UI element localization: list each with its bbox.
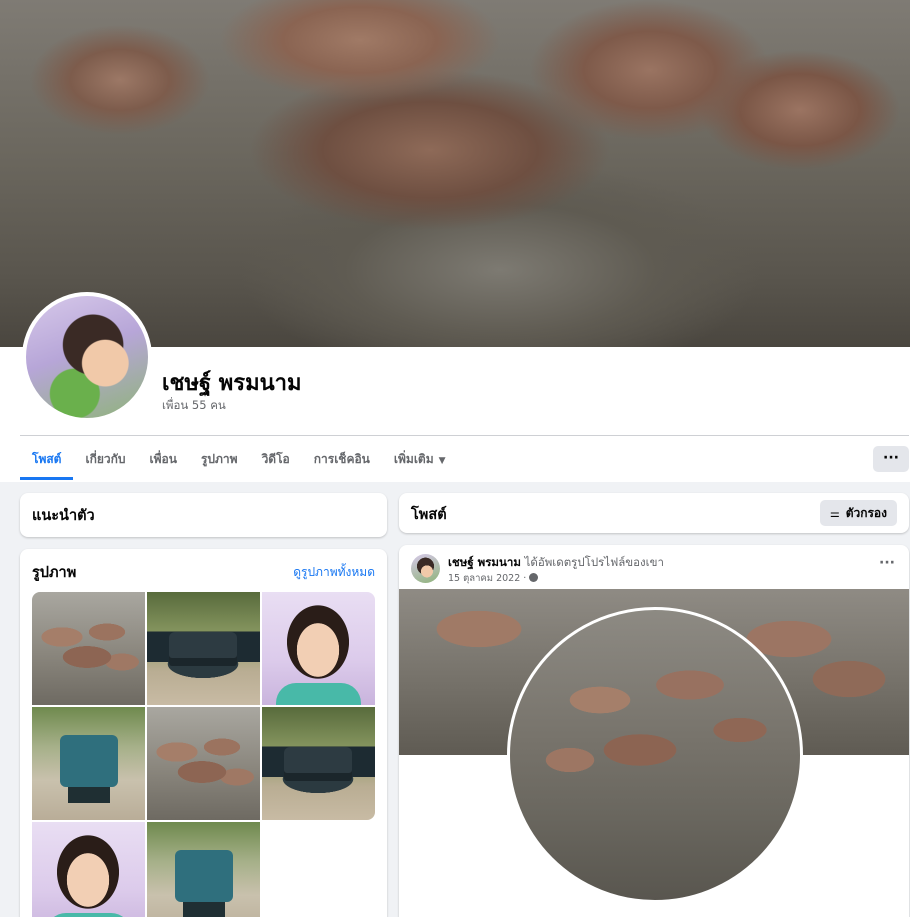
- post-date[interactable]: 15 ตุลาคม 2022 ·: [448, 573, 526, 584]
- photo-thumbnail-tractor[interactable]: [32, 707, 145, 820]
- photo-thumbnail-mushrooms[interactable]: [32, 592, 145, 705]
- photo-thumbnail-girl[interactable]: [32, 822, 145, 917]
- globe-icon: [529, 573, 539, 582]
- tab-checkins[interactable]: การเช็คอิน: [302, 438, 382, 480]
- profile-tabs: โพสต์ เกี่ยวกับ เพื่อน รูปภาพ วิดีโอ การ…: [20, 438, 458, 482]
- photo-thumbnail-tractor[interactable]: [147, 822, 260, 917]
- profile-avatar[interactable]: [22, 292, 152, 422]
- post-profile-picture[interactable]: [507, 607, 803, 903]
- intro-title: แนะนำตัว: [32, 508, 95, 524]
- tab-label: เพิ่มเติม: [393, 452, 434, 466]
- cover-photo[interactable]: [0, 0, 910, 347]
- caret-down-icon: ▼: [438, 456, 446, 466]
- filter-button[interactable]: ⚌ ตัวกรอง: [819, 500, 897, 526]
- sliders-icon: ⚌: [829, 506, 840, 520]
- see-all-photos-link[interactable]: ดูรูปภาพทั้งหมด: [293, 563, 375, 582]
- filter-label: ตัวกรอง: [845, 505, 887, 520]
- tab-label: วิดีโอ: [261, 452, 290, 466]
- post-author-avatar[interactable]: [411, 554, 440, 583]
- photo-grid: [32, 592, 375, 917]
- post-timestamp: 15 ตุลาคม 2022 ·: [448, 571, 539, 586]
- more-options-button[interactable]: ···: [873, 446, 909, 472]
- post-author-name[interactable]: เชษฐ์ พรมนาม: [448, 555, 521, 569]
- photos-card: รูปภาพ ดูรูปภาพทั้งหมด: [20, 549, 387, 917]
- tab-label: รูปภาพ: [200, 452, 238, 466]
- header-divider: [20, 435, 909, 436]
- tab-photos[interactable]: รูปภาพ: [189, 438, 250, 480]
- photo-thumbnail-truck[interactable]: [262, 707, 375, 820]
- post-author-line: เชษฐ์ พรมนาม ได้อัพเดตรูปโปรไฟล์ของเขา: [448, 554, 664, 572]
- photo-thumbnail-truck[interactable]: [147, 592, 260, 705]
- tab-label: โพสต์: [32, 452, 62, 466]
- tab-about[interactable]: เกี่ยวกับ: [73, 438, 137, 480]
- post-options-button[interactable]: ···: [879, 555, 895, 571]
- profile-name: เชษฐ์ พรมนาม: [162, 371, 302, 396]
- photos-title: รูปภาพ: [32, 565, 77, 581]
- tab-more[interactable]: เพิ่มเติม ▼: [382, 438, 458, 480]
- tab-label: เกี่ยวกับ: [85, 452, 126, 466]
- intro-card: แนะนำตัว: [20, 493, 387, 537]
- tab-videos[interactable]: วิดีโอ: [250, 438, 302, 480]
- tab-friends[interactable]: เพื่อน: [138, 438, 189, 480]
- posts-title: โพสต์: [411, 507, 447, 523]
- tab-label: เพื่อน: [149, 452, 177, 466]
- photo-thumbnail-girl[interactable]: [262, 592, 375, 705]
- friends-count[interactable]: เพื่อน 55 คน: [162, 397, 226, 415]
- tab-posts[interactable]: โพสต์: [20, 438, 74, 480]
- posts-header-card: โพสต์ ⚌ ตัวกรอง: [399, 493, 909, 533]
- tab-label: การเช็คอิน: [313, 452, 370, 466]
- post-action-text: ได้อัพเดตรูปโปรไฟล์ของเขา: [524, 555, 664, 569]
- post-card: เชษฐ์ พรมนาม ได้อัพเดตรูปโปรไฟล์ของเขา 1…: [399, 545, 909, 917]
- photo-thumbnail-mushrooms[interactable]: [147, 707, 260, 820]
